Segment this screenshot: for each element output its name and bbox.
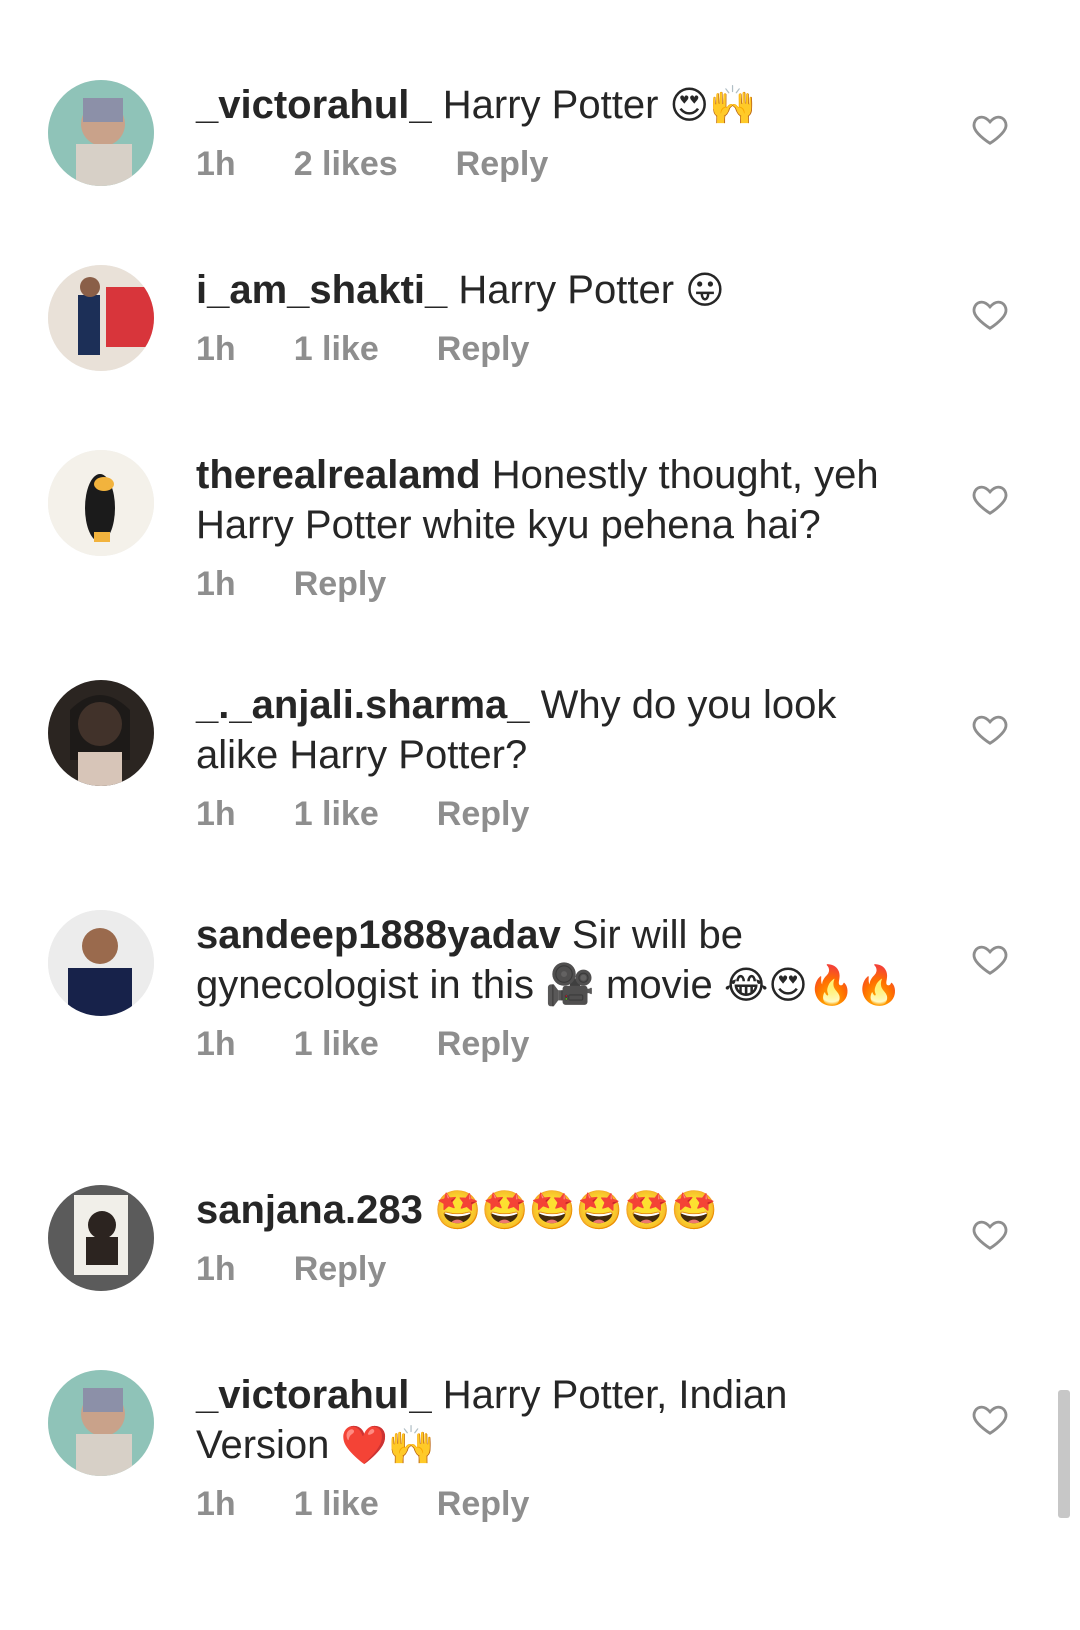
reply-button[interactable]: Reply	[456, 144, 549, 184]
scrollbar[interactable]	[1058, 1390, 1070, 1518]
comment-emoji: ❤️🙌	[340, 1423, 436, 1467]
comment-likes[interactable]: 1 like	[294, 329, 379, 369]
comment-time: 1h	[196, 1485, 236, 1523]
heart-icon[interactable]	[970, 710, 1010, 748]
comment-time: 1h	[196, 565, 236, 603]
comment-time: 1h	[196, 1025, 236, 1063]
comment-username[interactable]: sanjana.283	[196, 1188, 423, 1232]
avatar[interactable]	[48, 1370, 154, 1476]
heart-icon[interactable]	[970, 295, 1010, 333]
heart-icon[interactable]	[970, 940, 1010, 978]
comment-emoji: 😛	[685, 268, 725, 312]
reply-button[interactable]: Reply	[437, 329, 530, 369]
comment-username[interactable]: sandeep1888yadav	[196, 913, 561, 957]
comment-meta: 1h 1 like Reply	[196, 794, 916, 834]
comment-username[interactable]: _victorahul_	[196, 1373, 432, 1417]
comment-time: 1h	[196, 330, 236, 368]
comment-body: _victorahul_ Harry Potter 😍🙌 1h 2 likes …	[196, 80, 916, 184]
avatar[interactable]	[48, 680, 154, 786]
comment-body: i_am_shakti_ Harry Potter 😛 1h 1 like Re…	[196, 265, 916, 369]
comment-username[interactable]: _victorahul_	[196, 83, 432, 127]
heart-icon[interactable]	[970, 1215, 1010, 1253]
comment-text: Harry Potter	[442, 83, 659, 127]
comment-likes[interactable]: 1 like	[294, 1024, 379, 1064]
comment-likes[interactable]: 1 like	[294, 794, 379, 834]
comment-time: 1h	[196, 1250, 236, 1288]
comment-likes[interactable]: 1 like	[294, 1484, 379, 1524]
comment-time: 1h	[196, 795, 236, 833]
comment-meta: 1h Reply	[196, 1249, 916, 1289]
comment-meta: 1h 1 like Reply	[196, 1484, 916, 1524]
comment-body: therealrealamd Honestly thought, yeh Har…	[196, 450, 916, 604]
reply-button[interactable]: Reply	[294, 1249, 387, 1289]
heart-icon[interactable]	[970, 1400, 1010, 1438]
comment-emoji: 😂😍🔥🔥	[723, 963, 903, 1007]
reply-button[interactable]: Reply	[294, 564, 387, 604]
heart-icon[interactable]	[970, 480, 1010, 518]
comment-meta: 1h 1 like Reply	[196, 329, 916, 369]
avatar[interactable]	[48, 265, 154, 371]
reply-button[interactable]: Reply	[437, 1484, 530, 1524]
avatar[interactable]	[48, 80, 154, 186]
avatar[interactable]	[48, 910, 154, 1016]
comment-emoji: 😍🙌	[669, 83, 757, 127]
comment-username[interactable]: _._anjali.sharma_	[196, 683, 530, 727]
comment-body: _._anjali.sharma_ Why do you look alike …	[196, 680, 916, 834]
comment-username[interactable]: i_am_shakti_	[196, 268, 447, 312]
comment-body: _victorahul_ Harry Potter, Indian Versio…	[196, 1370, 916, 1524]
comment-emoji: 🤩🤩🤩🤩🤩🤩	[433, 1188, 718, 1232]
reply-button[interactable]: Reply	[437, 794, 530, 834]
avatar[interactable]	[48, 450, 154, 556]
comment-time: 1h	[196, 145, 236, 183]
comment-username[interactable]: therealrealamd	[196, 453, 481, 497]
comment-text: Harry Potter	[458, 268, 675, 312]
comment-body: sandeep1888yadav Sir will be gynecologis…	[196, 910, 916, 1064]
comment-likes[interactable]: 2 likes	[294, 144, 398, 184]
reply-button[interactable]: Reply	[437, 1024, 530, 1064]
comment-meta: 1h 1 like Reply	[196, 1024, 916, 1064]
heart-icon[interactable]	[970, 110, 1010, 148]
comment-meta: 1h 2 likes Reply	[196, 144, 916, 184]
avatar[interactable]	[48, 1185, 154, 1291]
comment-meta: 1h Reply	[196, 564, 916, 604]
comment-body: sanjana.283 🤩🤩🤩🤩🤩🤩 1h Reply	[196, 1185, 916, 1289]
